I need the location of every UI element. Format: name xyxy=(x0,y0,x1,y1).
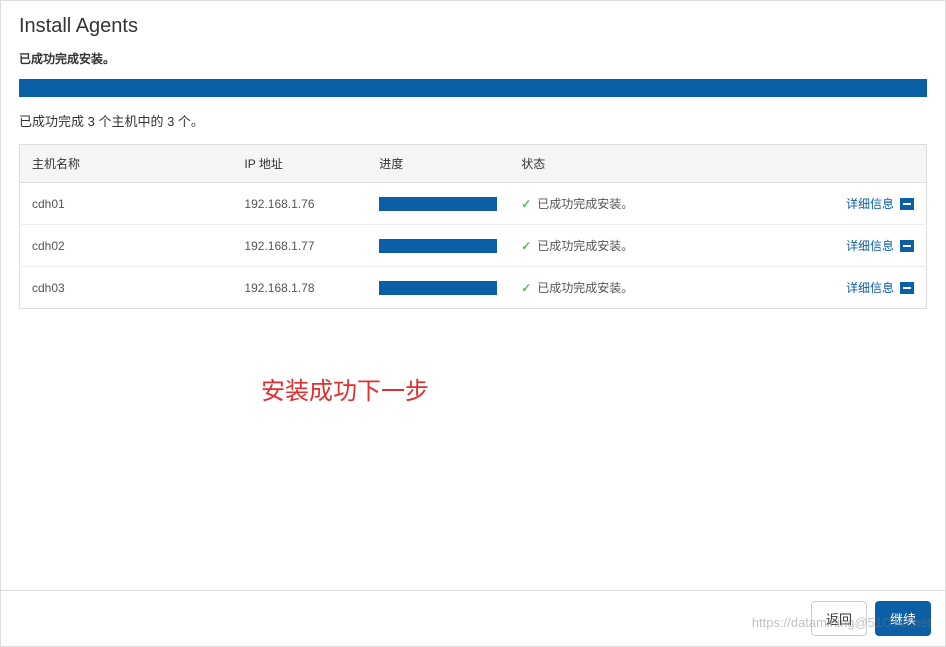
details-box-icon xyxy=(900,198,914,210)
ip-cell: 192.168.1.76 xyxy=(232,183,367,225)
details-link[interactable]: 详细信息 xyxy=(846,237,914,254)
col-header-ip: IP 地址 xyxy=(232,145,367,183)
ip-cell: 192.168.1.78 xyxy=(232,267,367,309)
footer-bar: 返回 继续 xyxy=(1,590,945,646)
status-text: 已成功完成安装。 xyxy=(537,195,633,212)
progress-cell xyxy=(367,183,509,225)
annotation-text: 安装成功下一步 xyxy=(261,371,429,406)
hosts-table: 主机名称 IP 地址 进度 状态 cdh01 192.168.1.76 ✓ 已成… xyxy=(19,144,927,309)
details-box-icon xyxy=(900,282,914,294)
col-header-progress: 进度 xyxy=(367,145,509,183)
row-progress-bar xyxy=(379,281,497,295)
col-header-status: 状态 xyxy=(509,145,775,183)
page-title: Install Agents xyxy=(19,15,927,38)
continue-button[interactable]: 继续 xyxy=(875,601,931,636)
hostname-cell: cdh01 xyxy=(20,183,233,225)
table-row: cdh02 192.168.1.77 ✓ 已成功完成安装。 详细信息 xyxy=(20,225,927,267)
status-cell: ✓ 已成功完成安装。 xyxy=(509,267,775,309)
row-progress-bar xyxy=(379,197,497,211)
install-success-message: 已成功完成安装。 xyxy=(19,50,927,67)
details-link[interactable]: 详细信息 xyxy=(846,279,914,296)
back-button[interactable]: 返回 xyxy=(811,601,867,636)
hostname-cell: cdh02 xyxy=(20,225,233,267)
ip-cell: 192.168.1.77 xyxy=(232,225,367,267)
details-label: 详细信息 xyxy=(846,237,894,254)
status-text: 已成功完成安装。 xyxy=(537,237,633,254)
check-icon: ✓ xyxy=(521,197,531,211)
progress-cell xyxy=(367,267,509,309)
table-row: cdh03 192.168.1.78 ✓ 已成功完成安装。 详细信息 xyxy=(20,267,927,309)
details-box-icon xyxy=(900,240,914,252)
status-text: 已成功完成安装。 xyxy=(537,279,633,296)
check-icon: ✓ xyxy=(521,281,531,295)
status-cell: ✓ 已成功完成安装。 xyxy=(509,225,775,267)
table-header-row: 主机名称 IP 地址 进度 状态 xyxy=(20,145,927,183)
row-progress-bar xyxy=(379,239,497,253)
overall-progress-bar xyxy=(19,79,927,97)
details-label: 详细信息 xyxy=(846,279,894,296)
status-cell: ✓ 已成功完成安装。 xyxy=(509,183,775,225)
col-header-hostname: 主机名称 xyxy=(20,145,233,183)
progress-cell xyxy=(367,225,509,267)
col-header-details xyxy=(775,145,926,183)
table-row: cdh01 192.168.1.76 ✓ 已成功完成安装。 详细信息 xyxy=(20,183,927,225)
summary-text: 已成功完成 3 个主机中的 3 个。 xyxy=(19,111,927,130)
details-label: 详细信息 xyxy=(846,195,894,212)
hostname-cell: cdh03 xyxy=(20,267,233,309)
details-link[interactable]: 详细信息 xyxy=(846,195,914,212)
check-icon: ✓ xyxy=(521,239,531,253)
